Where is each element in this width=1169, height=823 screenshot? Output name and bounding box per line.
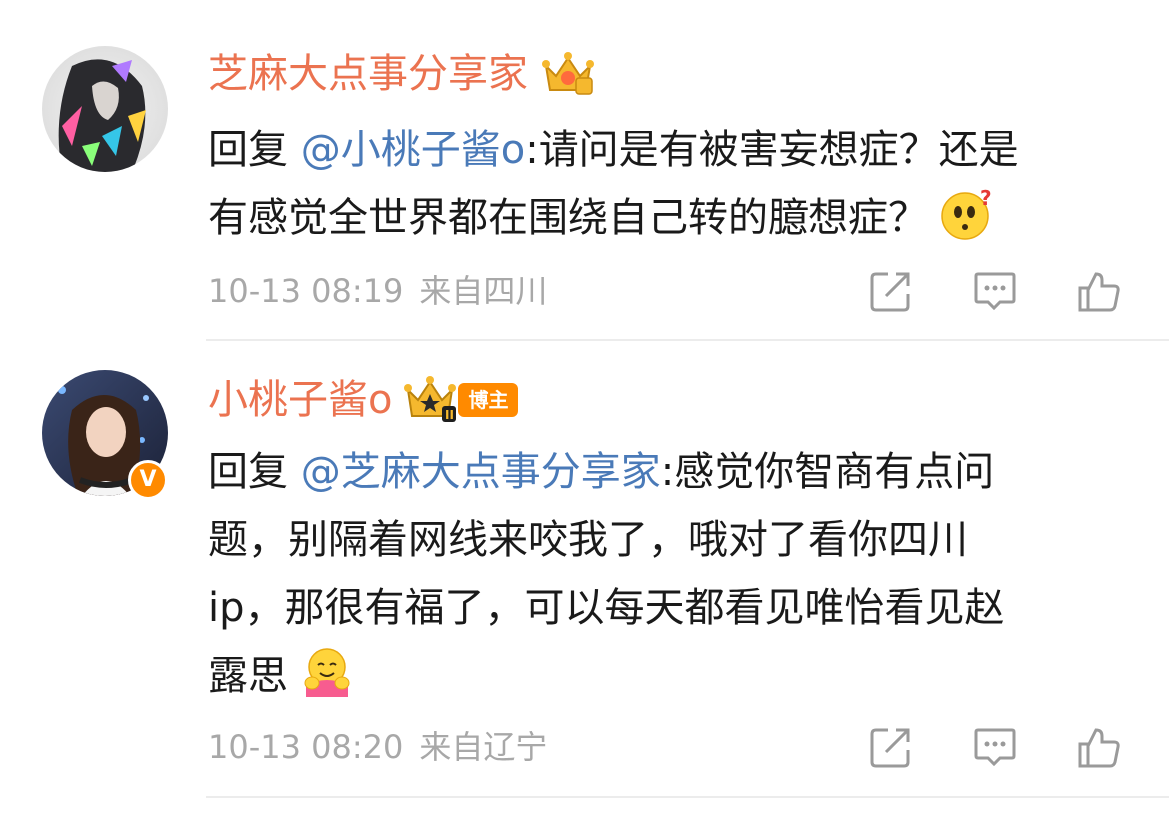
body-colon: : xyxy=(660,449,675,495)
share-button[interactable] xyxy=(868,724,914,770)
crown-gold-icon xyxy=(540,50,596,98)
divider xyxy=(206,339,1169,341)
share-icon xyxy=(870,272,910,312)
comment-body-line: 感觉你智商有点问 xyxy=(674,449,995,495)
like-button[interactable] xyxy=(1076,724,1122,770)
reply-comment-icon xyxy=(974,272,1016,311)
username[interactable]: 芝麻大点事分享家 xyxy=(208,46,528,102)
svg-text:II: II xyxy=(445,408,454,422)
username-row: 小桃子酱o II 博主 xyxy=(208,372,519,428)
comment-text: 回复 @小桃子酱o:请问是有被害妄想症？还是 有感觉全世界都在围绕自己转的臆想症… xyxy=(208,116,1148,252)
timestamp: 10-13 08:19 xyxy=(208,272,404,310)
comment-meta: 10-13 08:19 来自四川 xyxy=(208,268,547,314)
comment-list: 芝麻大点事分享家 回复 @小桃子酱o:请问是有被害妄想症？还是 有感觉全世界都在… xyxy=(0,0,1169,823)
comment-body-line: 请问是有被害妄想症？还是 xyxy=(538,127,1019,173)
reply-comment-icon xyxy=(974,728,1016,767)
like-button[interactable] xyxy=(1076,268,1122,314)
comment-item: V 小桃子酱o II 博主 回复 @芝麻大点事分享家:感觉你智商有点问 题，别隔… xyxy=(0,342,1169,800)
comment-text: 回复 @芝麻大点事分享家:感觉你智商有点问 题，别隔着网线来咬我了，哦对了看你四… xyxy=(208,438,1148,710)
divider xyxy=(206,796,1169,798)
hugging-emoji xyxy=(300,645,354,699)
comment-body-line: 露思 xyxy=(208,653,288,699)
comment-meta: 10-13 08:20 来自辽宁 xyxy=(208,724,547,770)
share-button[interactable] xyxy=(868,268,914,314)
avatar[interactable] xyxy=(42,46,168,172)
mention-link[interactable]: @芝麻大点事分享家 xyxy=(301,449,661,495)
thinking-question-emoji: ? xyxy=(940,186,994,241)
comment-body-line: 有感觉全世界都在围绕自己转的臆想症？ xyxy=(208,195,928,241)
body-colon: : xyxy=(525,127,539,173)
blogger-badge: 博主 xyxy=(458,383,519,417)
verified-badge: V xyxy=(128,460,168,500)
reply-prefix: 回复 xyxy=(208,449,301,495)
thumbs-up-icon xyxy=(1078,728,1120,768)
username[interactable]: 小桃子酱o xyxy=(208,372,392,428)
mention-link[interactable]: @小桃子酱o xyxy=(301,127,525,173)
timestamp: 10-13 08:20 xyxy=(208,728,404,766)
comment-body-line: ip，那很有福了，可以每天都看见唯怡看见赵 xyxy=(208,585,1005,631)
location: 来自四川 xyxy=(419,272,548,310)
svg-text:?: ? xyxy=(980,187,992,210)
comment-body-line: 题，别隔着网线来咬我了，哦对了看你四川 xyxy=(208,517,968,563)
comment-item: 芝麻大点事分享家 回复 @小桃子酱o:请问是有被害妄想症？还是 有感觉全世界都在… xyxy=(0,0,1169,340)
crown-level-icon: II xyxy=(404,376,460,424)
reply-button[interactable] xyxy=(972,268,1018,314)
username-row: 芝麻大点事分享家 xyxy=(208,46,596,102)
thumbs-up-icon xyxy=(1078,272,1120,312)
share-icon xyxy=(870,728,910,768)
reply-button[interactable] xyxy=(972,724,1018,770)
location: 来自辽宁 xyxy=(419,728,548,766)
reply-prefix: 回复 xyxy=(208,127,301,173)
